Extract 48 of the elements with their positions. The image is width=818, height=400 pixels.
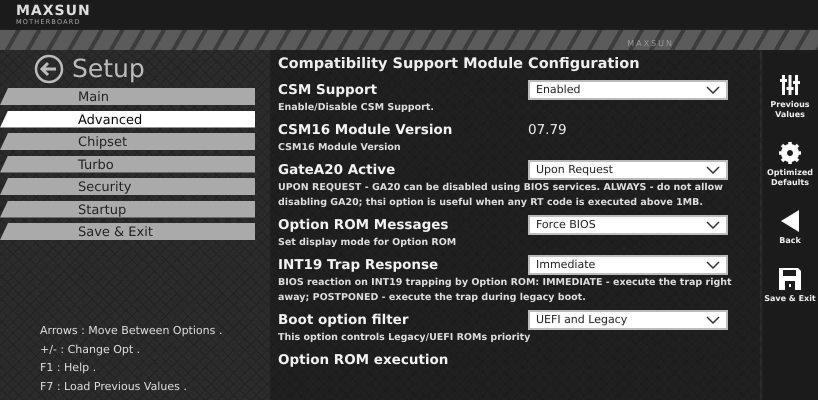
menu-tab[interactable]: Chipset [0, 133, 255, 150]
setting-label: Boot option filter [278, 311, 410, 330]
setting-label: GateA20 Active [278, 161, 396, 180]
help-text: +/- : Change Opt . [40, 342, 142, 358]
action-button[interactable]: Previous Values [762, 74, 818, 120]
action-button[interactable]: Back [762, 210, 818, 246]
setting-value: 07.79 [528, 120, 567, 140]
help-text: F1 : Help . [40, 360, 98, 376]
help-text: F7 : Load Previous Values . [40, 378, 188, 394]
help-text: Arrows : Move Between Options . [40, 323, 224, 339]
chevron-down-icon [706, 316, 720, 324]
menu-tab[interactable]: Turbo [0, 156, 255, 172]
dropdown-field[interactable]: UEFI and Legacy [528, 310, 728, 330]
sliders-icon [779, 74, 801, 96]
setting-label: INT19 Trap Response [278, 256, 440, 275]
setting-description: BIOS reaction on INT19 trapping by Option ROM: IMMEDIATE - execute the trap right away; POSTPONED - execute the trap during legacy boot. [278, 276, 733, 305]
menu-tab[interactable]: Security [0, 178, 255, 195]
menu-tab[interactable]: Main [0, 88, 255, 105]
dropdown-field[interactable]: Immediate [528, 255, 728, 275]
menu-tab[interactable]: Advanced [0, 110, 255, 128]
action-button[interactable]: Save & Exit [762, 268, 818, 304]
save-icon [779, 268, 801, 290]
dropdown-field[interactable]: Enabled [528, 80, 728, 100]
setting-label: CSM16 Module Version [278, 120, 454, 140]
setting-description: UPON REQUEST - GA20 can be disabled using BIOS services. ALWAYS - do not allow disabling GA20; thsi option is useful when any RT code is executed above 1MB. [278, 181, 724, 210]
action-button[interactable]: Optimized Defaults [762, 142, 818, 188]
chevron-down-icon [706, 166, 720, 174]
section-title: Compatibility Support Module Configuration [278, 55, 641, 74]
dropdown-field[interactable]: Force BIOS [528, 215, 728, 235]
back-circle-icon[interactable] [34, 54, 64, 84]
banner-text: MAXSUN [627, 38, 675, 50]
setting-description: Enable/Disable CSM Support. [278, 100, 435, 115]
setting-description: CSM16 Module Version [278, 141, 402, 155]
setting-description: This option controls Legacy/UEFI ROMs priority [278, 331, 532, 345]
chevron-down-icon [706, 261, 720, 269]
gear-icon [779, 142, 801, 164]
menu-tab[interactable]: Save & Exit [0, 223, 255, 240]
chevron-down-icon [706, 221, 720, 229]
setting-label: Option ROM execution [278, 351, 450, 370]
chevron-down-icon [706, 86, 720, 94]
menu-tab[interactable]: Startup [0, 200, 255, 218]
setting-label: CSM Support [278, 80, 378, 100]
dropdown-field[interactable]: Upon Request [528, 160, 728, 180]
setup-title: Setup [72, 55, 145, 83]
back-triangle-icon [781, 210, 799, 232]
setting-description: Set display mode for Option ROM [278, 236, 458, 250]
brand-logo: MAXSUN [16, 4, 91, 18]
setting-label: Option ROM Messages [278, 216, 450, 235]
